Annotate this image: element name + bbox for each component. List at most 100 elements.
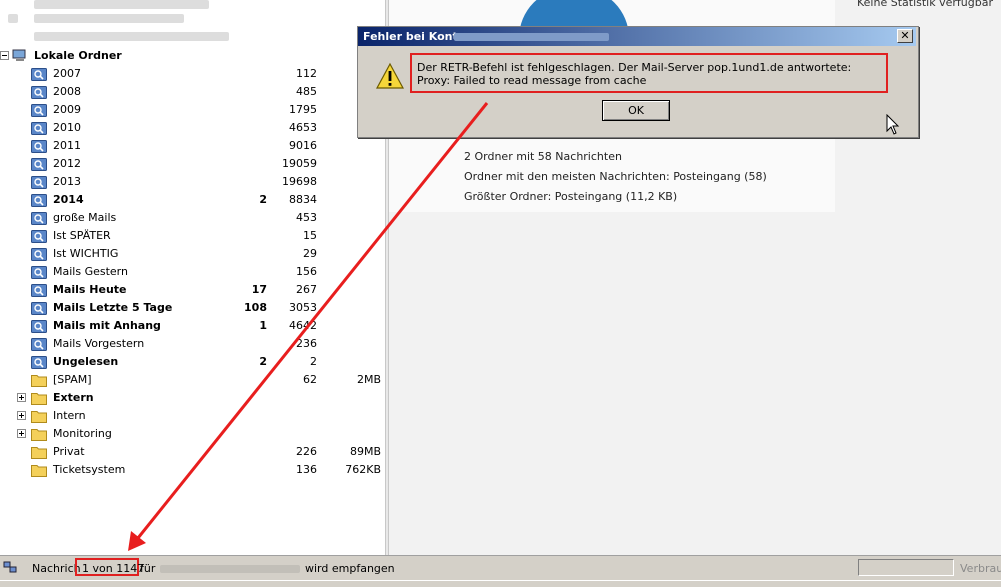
search-folder-icon [31,265,47,279]
folder-row[interactable]: Mails Vorgestern 236 [0,335,385,353]
folder-name: 2010 [53,121,81,134]
folder-icon [31,463,47,477]
computer-icon [12,49,26,61]
folder-row[interactable]: Intern [0,407,385,425]
search-folder-icon [31,337,47,351]
folder-row[interactable]: 2008 485 [0,83,385,101]
folder-name: Mails Letzte 5 Tage [53,301,173,314]
folder-total-count: 9016 [289,139,317,152]
folder-total-count: 3053 [289,301,317,314]
folder-total-count: 267 [296,283,317,296]
highlighted-error-message: Der RETR-Befehl ist fehlgeschlagen. Der … [410,53,888,93]
folder-total-count: 4653 [289,121,317,134]
statistics-unavailable-text: Keine Statistik verfügbar [857,0,993,9]
folder-row[interactable]: 2013 19698 [0,173,385,191]
folder-name: Ungelesen [53,355,119,368]
mouse-cursor-icon [886,114,900,135]
folder-icon [31,427,47,441]
folder-row[interactable]: Monitoring [0,425,385,443]
folder-total-count: 19698 [282,175,317,188]
search-folder-icon [31,139,47,153]
folder-total-count: 4642 [289,319,317,332]
folder-name: Ist WICHTIG [53,247,119,260]
search-folder-icon [31,301,47,315]
folder-row[interactable]: 2010 4653 [0,119,385,137]
folder-unread-count: 2 [259,355,267,368]
folder-row[interactable]: Ist WICHTIG 29 [0,245,385,263]
folder-name: 2007 [53,67,81,80]
folder-size: 89MB [349,445,381,458]
search-folder-icon [31,193,47,207]
folder-name: 2011 [53,139,81,152]
folder-total-count: 62 [303,373,317,386]
ok-button[interactable]: OK [602,100,670,121]
folder-total-count: 156 [296,265,317,278]
folder-row[interactable]: 2011 9016 [0,137,385,155]
folder-row[interactable]: Mails Letzte 5 Tage 108 3053 [0,299,385,317]
folder-name: Ist SPÄTER [53,229,111,242]
folder-icon [31,409,47,423]
folder-total-count: 453 [296,211,317,224]
folder-name: 2013 [53,175,81,188]
search-folder-icon [31,247,47,261]
folder-row[interactable]: 2014 2 8834 [0,191,385,209]
search-folder-icon [31,157,47,171]
folder-icon [31,445,47,459]
connection-status: Verbrau [960,562,1001,575]
folder-name: 2009 [53,103,81,116]
expand-icon[interactable] [17,393,26,402]
folder-name: 2014 [53,193,84,206]
folder-name: Ticketsystem [53,463,126,476]
folder-total-count: 15 [303,229,317,242]
folder-total-count: 236 [296,337,317,350]
status-bar: Nachrich 1 von 1147 für wird empfangen V… [0,555,1001,581]
highlighted-message-count: 1 von 1147 [75,558,144,576]
folder-row[interactable]: Mails Gestern 156 [0,263,385,281]
folder-name: große Mails [53,211,117,224]
local-folders-node[interactable]: Lokale Ordner [0,47,385,65]
folder-row[interactable]: Ticketsystem 136 762KB [0,461,385,479]
folder-unread-count: 108 [244,301,267,314]
status-for-label: für [140,562,156,575]
search-folder-icon [31,175,47,189]
summary-folder-count: 2 Ordner mit 58 Nachrichten [464,150,622,163]
dialog-titlebar[interactable]: Fehler bei Konto ✕ [358,27,916,46]
folder-row[interactable]: Mails mit Anhang 1 4642 [0,317,385,335]
network-status-icon[interactable] [3,560,17,574]
redacted-account-line [34,0,209,9]
expand-icon[interactable] [17,411,26,420]
folder-row[interactable]: [SPAM] 62 2MB [0,371,385,389]
folder-unread-count: 17 [251,283,267,296]
folder-icon [31,373,47,387]
folder-name: 2012 [53,157,81,170]
folder-row[interactable]: Extern [0,389,385,407]
folder-row[interactable]: 2007 112 [0,65,385,83]
search-folder-icon [31,103,47,117]
folder-name: Monitoring [53,427,112,440]
folder-total-count: 136 [296,463,317,476]
summary-largest-folder: Größter Ordner: Posteingang (11,2 KB) [464,190,678,203]
progress-panel [858,559,954,576]
search-folder-icon [31,211,47,225]
folder-name: Privat [53,445,85,458]
folder-row[interactable]: 2012 19059 [0,155,385,173]
expand-icon[interactable] [17,429,26,438]
folder-total-count: 29 [303,247,317,260]
folder-row[interactable]: Privat 226 89MB [0,443,385,461]
folder-row[interactable]: große Mails 453 [0,209,385,227]
dialog-title: Fehler bei Konto [363,30,466,43]
search-folder-icon [31,85,47,99]
folder-row[interactable]: Ungelesen 2 2 [0,353,385,371]
folder-total-count: 485 [296,85,317,98]
warning-icon [375,62,405,90]
folder-name: Extern [53,391,94,404]
folder-row[interactable]: Mails Heute 17 267 [0,281,385,299]
folder-name: [SPAM] [53,373,92,386]
folder-row[interactable]: 2009 1795 [0,101,385,119]
folder-name: Mails Heute [53,283,127,296]
folder-size: 2MB [356,373,381,386]
folder-row[interactable]: Ist SPÄTER 15 [0,227,385,245]
close-button[interactable]: ✕ [897,29,913,43]
collapse-icon[interactable] [0,51,9,60]
folder-total-count: 226 [296,445,317,458]
